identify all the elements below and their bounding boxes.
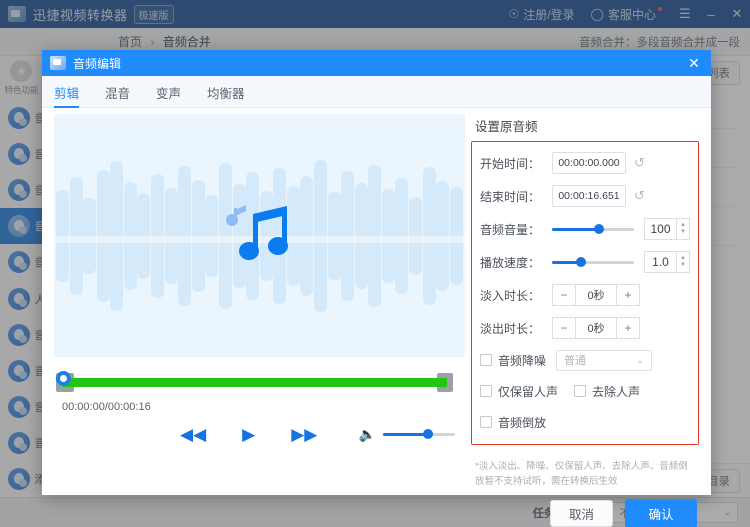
confirm-button[interactable]: 确认 — [625, 498, 697, 527]
playback-speed-fill — [552, 260, 580, 264]
fade-out-row: 淡出时长： − 0秒 + — [480, 317, 690, 339]
end-time-input[interactable]: 00:00:16.651 — [552, 185, 626, 207]
reverse-row: 音频倒放 — [480, 412, 690, 432]
end-time-label: 结束时间： — [480, 189, 541, 204]
denoise-label: 音频降噪 — [498, 353, 547, 368]
remove-vocal-checkbox[interactable] — [574, 385, 587, 397]
tab-mix[interactable]: 混音 — [105, 83, 130, 108]
audio-edit-dialog: 音频编辑 ✕ 剪辑 混音 变声 均衡器 00:00:00/00:00:16 ◀◀… — [42, 50, 711, 527]
settings-note: *淡入淡出、降噪、仅保留人声、去除人声、音频倒放暂不支持试听，需在转换后生效 — [475, 461, 688, 487]
start-time-label: 开始时间： — [480, 156, 541, 171]
tab-voice-change[interactable]: 变声 — [156, 83, 181, 108]
audio-preview-panel: 00:00:00/00:00:16 ◀◀ ▶ ▶▶ 🔈 — [42, 108, 465, 489]
denoise-checkbox[interactable] — [480, 354, 492, 366]
volume-slider[interactable] — [383, 429, 455, 439]
audio-volume-value[interactable]: 100 — [644, 218, 676, 240]
playback-speed-stepper[interactable]: ▲ ▼ — [676, 251, 690, 273]
playback-controls: ◀◀ ▶ ▶▶ 🔈 — [54, 419, 465, 449]
fade-out-decrement-button[interactable]: − — [552, 317, 576, 339]
volume-slider-fill — [383, 432, 427, 436]
playback-speed-knob[interactable] — [575, 257, 586, 267]
dialog-title-bar: 音频编辑 ✕ — [42, 50, 711, 76]
playback-speed-row: 播放速度： 1.0 ▲ ▼ — [480, 251, 690, 273]
speaker-icon[interactable]: 🔈 — [359, 426, 376, 443]
keep-vocal-checkbox[interactable] — [480, 385, 492, 397]
music-note-icon — [225, 204, 288, 260]
fade-in-label: 淡入时长： — [480, 288, 541, 303]
tab-clip[interactable]: 剪辑 — [54, 83, 80, 108]
audio-volume-slider[interactable] — [552, 224, 634, 234]
tab-equalizer[interactable]: 均衡器 — [207, 83, 245, 108]
play-icon[interactable]: ▶ — [242, 426, 255, 443]
rewind-icon[interactable]: ◀◀ — [180, 426, 206, 443]
app-window: 迅捷视频转换器 极速版 ☉ 注册/登录 ◯ 客服中心 ☰ – ✕ 首页 › 音频… — [0, 0, 750, 527]
reverse-audio-label: 音频倒放 — [498, 415, 547, 430]
reset-clock-icon[interactable]: ↺ — [634, 188, 645, 204]
fade-in-value[interactable]: 0秒 — [576, 284, 616, 306]
end-time-row: 结束时间： 00:00:16.651 ↺ — [480, 185, 690, 207]
chevron-down-icon: ⌄ — [636, 354, 645, 365]
dialog-title: 音频编辑 — [73, 56, 122, 71]
denoise-level-value: 普通 — [564, 355, 587, 367]
fade-in-stepper: − 0秒 + — [552, 284, 640, 306]
fade-in-row: 淡入时长： − 0秒 + — [480, 284, 690, 306]
audio-volume-fill — [552, 227, 598, 231]
keep-vocal-label: 仅保留人声 — [498, 384, 559, 399]
cancel-button[interactable]: 取消 — [550, 499, 613, 527]
start-time-input[interactable]: 00:00:00.000 — [552, 152, 626, 174]
settings-section-title: 设置原音频 — [475, 120, 538, 134]
dialog-tabs: 剪辑 混音 变声 均衡器 — [42, 76, 711, 108]
playback-speed-slider[interactable] — [552, 257, 634, 267]
settings-group: 开始时间： 00:00:00.000 ↺ 结束时间： 00:00:16.651 … — [471, 141, 699, 445]
fade-out-stepper: − 0秒 + — [552, 317, 640, 339]
playback-time: 00:00:00/00:00:16 — [62, 401, 151, 413]
denoise-level-select[interactable]: 普通 ⌄ — [556, 349, 653, 371]
fade-in-decrement-button[interactable]: − — [552, 284, 576, 306]
playhead-knob[interactable] — [56, 371, 71, 386]
fade-in-increment-button[interactable]: + — [616, 284, 640, 306]
volume-control: 🔈 — [359, 426, 455, 443]
trim-range-track[interactable] — [62, 378, 447, 387]
dialog-body: 00:00:00/00:00:16 ◀◀ ▶ ▶▶ 🔈 设置原音频 开始时间： … — [42, 108, 711, 489]
audio-volume-knob[interactable] — [593, 224, 604, 234]
fade-out-label: 淡出时长： — [480, 321, 541, 336]
audio-volume-stepper[interactable]: ▲ ▼ — [676, 218, 690, 240]
reset-clock-icon[interactable]: ↺ — [634, 155, 645, 171]
trim-timeline[interactable] — [54, 371, 465, 393]
audio-volume-label: 音频音量： — [480, 222, 541, 237]
remove-vocal-label: 去除人声 — [592, 384, 641, 399]
fade-out-increment-button[interactable]: + — [616, 317, 640, 339]
app-logo-icon — [50, 56, 66, 70]
denoise-row: 音频降噪 普通 ⌄ — [480, 349, 690, 371]
fade-out-value[interactable]: 0秒 — [576, 317, 616, 339]
fast-forward-icon[interactable]: ▶▶ — [291, 426, 317, 443]
playback-speed-value[interactable]: 1.0 — [644, 251, 676, 273]
start-time-row: 开始时间： 00:00:00.000 ↺ — [480, 152, 690, 174]
vocal-options-row: 仅保留人声 去除人声 — [480, 381, 690, 401]
audio-settings-panel: 设置原音频 开始时间： 00:00:00.000 ↺ 结束时间： 00:00:1… — [465, 108, 711, 489]
close-icon[interactable]: ✕ — [677, 50, 711, 76]
waveform-area — [54, 114, 465, 357]
dialog-footer: 取消 确认 — [42, 489, 711, 527]
volume-slider-knob[interactable] — [423, 429, 433, 439]
playback-speed-label: 播放速度： — [480, 255, 541, 270]
transport-buttons: ◀◀ ▶ ▶▶ — [180, 426, 317, 443]
audio-volume-row: 音频音量： 100 ▲ ▼ — [480, 218, 690, 240]
reverse-audio-checkbox[interactable] — [480, 416, 492, 428]
